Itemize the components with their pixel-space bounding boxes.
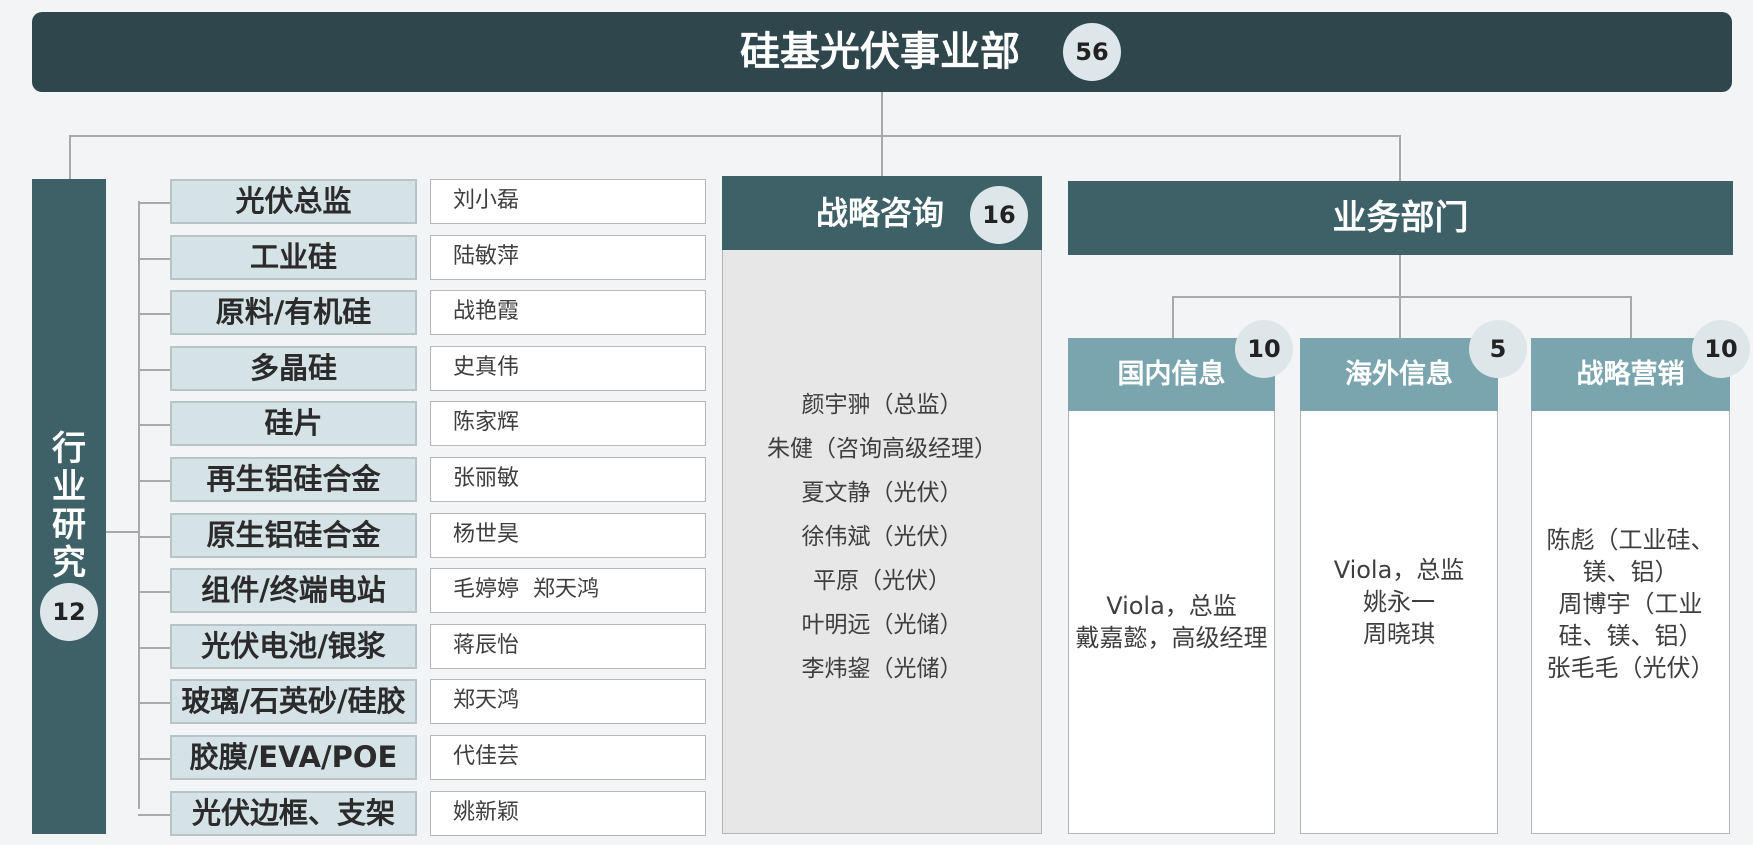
research-category: 组件/终端电站 xyxy=(170,568,417,613)
connector-mid-drop xyxy=(881,135,883,176)
research-category: 硅片 xyxy=(170,401,417,446)
member-item: 戴嘉懿，高级经理 xyxy=(1075,624,1268,652)
research-category: 光伏边框、支架 xyxy=(170,791,417,836)
connector-biz-down xyxy=(1399,255,1401,297)
research-analyst-names: 郑天鸿 xyxy=(430,679,706,724)
member-item: Viola，总监 xyxy=(1106,592,1237,620)
strategic-marketing-count-badge: 10 xyxy=(1692,320,1750,378)
domestic-info-count-badge: 10 xyxy=(1235,320,1293,378)
connector-right-drop xyxy=(1399,135,1401,181)
member-item: 姚永一 xyxy=(1363,588,1435,616)
connector-branch xyxy=(138,758,170,760)
research-analyst-names: 杨世昊 xyxy=(430,513,706,558)
member-item: 朱健（咨询高级经理） xyxy=(767,436,997,462)
connector-top-horizontal xyxy=(69,135,1401,137)
connector-branch xyxy=(138,258,170,260)
industry-research-title: 行 业 研 究 xyxy=(32,430,106,582)
research-category: 原料/有机硅 xyxy=(170,290,417,335)
connector-spine xyxy=(138,201,140,809)
member-item: Viola，总监 xyxy=(1333,556,1465,584)
research-category: 光伏电池/银浆 xyxy=(170,624,417,669)
connector-spine-link xyxy=(106,531,139,533)
industry-research-title-char: 研 xyxy=(52,505,86,545)
research-category: 原生铝硅合金 xyxy=(170,513,417,558)
research-analyst-names: 刘小磊 xyxy=(430,179,706,224)
research-category: 光伏总监 xyxy=(170,179,417,224)
strategy-consulting-count-badge: 16 xyxy=(970,186,1028,244)
connector-branch xyxy=(138,591,170,593)
research-category: 再生铝硅合金 xyxy=(170,457,417,502)
connector-branch xyxy=(138,424,170,426)
research-analyst-names: 战艳霞 xyxy=(430,290,706,335)
domestic-info-body: Viola，总监 戴嘉懿，高级经理 xyxy=(1068,411,1275,834)
connector-biz-right xyxy=(1630,296,1632,338)
connector-branch xyxy=(138,702,170,704)
member-item: 徐伟斌（光伏） xyxy=(801,524,963,550)
member-item: 颜宇翀（总监） xyxy=(801,392,963,418)
member-item: 张毛毛（光伏） xyxy=(1546,654,1715,682)
industry-research-count-badge: 12 xyxy=(40,583,98,641)
research-category: 多晶硅 xyxy=(170,346,417,391)
strategy-consulting-members: 颜宇翀（总监） 朱健（咨询高级经理） 夏文静（光伏） 徐伟斌（光伏） 平原（光伏… xyxy=(722,383,1042,691)
research-analyst-names: 陆敏萍 xyxy=(430,235,706,280)
research-analyst-names: 毛婷婷 郑天鸿 xyxy=(430,568,706,613)
connector-branch xyxy=(138,647,170,649)
member-item: 周晓琪 xyxy=(1363,620,1435,648)
member-item: 李炜鋆（光储） xyxy=(801,656,963,682)
member-item: 平原（光伏） xyxy=(813,568,951,594)
research-analyst-names: 史真伟 xyxy=(430,346,706,391)
member-item: 镁、铝） xyxy=(1582,558,1679,586)
member-item: 硅、镁、铝） xyxy=(1558,622,1703,650)
connector-branch xyxy=(138,313,170,315)
member-item: 周博宇（工业 xyxy=(1558,590,1703,618)
member-item: 叶明远（光储） xyxy=(801,612,963,638)
connector-biz-left xyxy=(1172,296,1174,338)
connector-branch xyxy=(138,814,170,816)
member-item: 陈彪（工业硅、 xyxy=(1546,526,1715,554)
business-department-header: 业务部门 xyxy=(1068,181,1733,255)
header-count-badge: 56 xyxy=(1063,23,1121,81)
overseas-info-count-badge: 5 xyxy=(1469,320,1527,378)
connector-branch xyxy=(138,202,170,204)
connector-biz-mid xyxy=(1399,296,1401,338)
research-analyst-names: 陈家辉 xyxy=(430,401,706,446)
connector-branch xyxy=(138,369,170,371)
industry-research-title-char: 究 xyxy=(52,543,86,583)
connector-branch xyxy=(138,480,170,482)
research-analyst-names: 张丽敏 xyxy=(430,457,706,502)
industry-research-title-char: 行 xyxy=(52,429,86,469)
research-analyst-names: 蒋辰怡 xyxy=(430,624,706,669)
research-analyst-names: 代佳芸 xyxy=(430,735,706,780)
strategic-marketing-body: 陈彪（工业硅、 镁、铝） 周博宇（工业 硅、镁、铝） 张毛毛（光伏） xyxy=(1531,411,1730,834)
research-category: 胶膜/EVA/POE xyxy=(170,735,417,780)
connector-branch xyxy=(138,536,170,538)
connector-top-vertical xyxy=(881,92,883,136)
overseas-info-body: Viola，总监 姚永一 周晓琪 xyxy=(1300,411,1498,834)
connector-left-drop xyxy=(69,135,71,179)
research-category: 玻璃/石英砂/硅胶 xyxy=(170,679,417,724)
research-category: 工业硅 xyxy=(170,235,417,280)
page-title: 硅基光伏事业部 xyxy=(740,29,1020,75)
strategy-consulting-title: 战略咨询 xyxy=(815,194,944,232)
connector-biz-horizontal xyxy=(1172,296,1632,298)
member-item: 夏文静（光伏） xyxy=(801,480,963,506)
research-analyst-names: 姚新颖 xyxy=(430,791,706,836)
industry-research-title-char: 业 xyxy=(52,467,86,507)
